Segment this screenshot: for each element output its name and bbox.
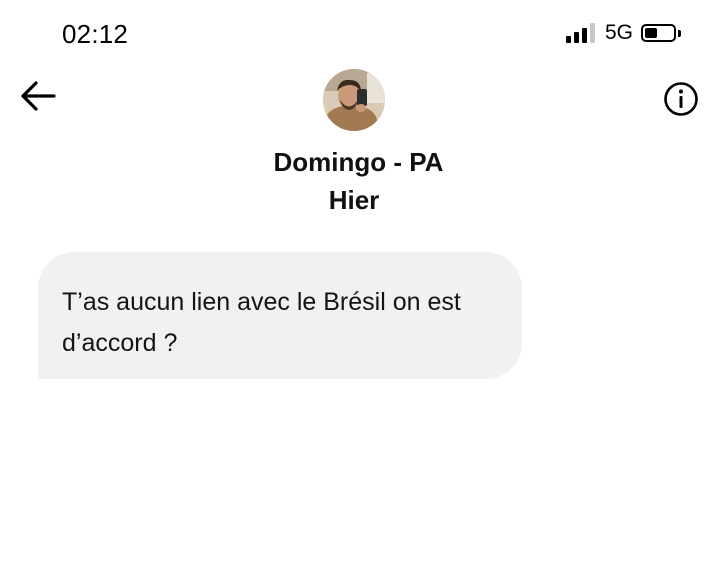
back-button[interactable] [18, 78, 58, 114]
info-button[interactable] [663, 81, 699, 117]
status-time: 02:12 [62, 19, 129, 49]
network-type: 5G [604, 21, 633, 44]
contact-name[interactable]: Domingo - PA [0, 147, 717, 178]
status-indicators: 5G [565, 21, 681, 45]
avatar[interactable] [323, 69, 385, 131]
conversation-date: Hier [328, 185, 380, 215]
battery-icon [641, 24, 681, 42]
conversation-screen: 02:12 5G Domingo - PA Hier T’as aucun li… [0, 0, 717, 584]
arrow-left-icon [21, 81, 56, 111]
signal-icon [565, 23, 595, 43]
info-circle-icon [664, 82, 698, 116]
message-text: T’as aucun lien avec le Brésil on est d’… [62, 288, 461, 357]
contact-photo [323, 69, 385, 131]
message-bubble[interactable]: T’as aucun lien avec le Brésil on est d’… [38, 252, 522, 379]
